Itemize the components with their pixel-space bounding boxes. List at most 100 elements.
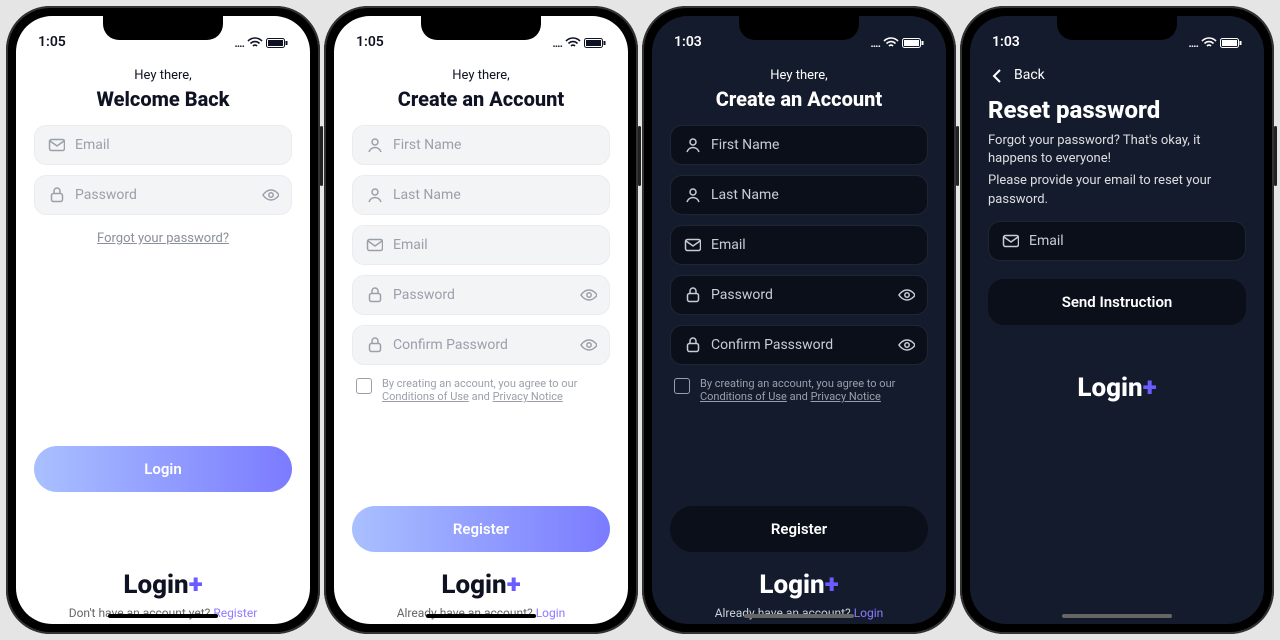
notch xyxy=(1057,16,1177,40)
email-placeholder: Email xyxy=(393,237,597,253)
privacy-link[interactable]: Privacy Notice xyxy=(493,390,563,403)
home-indicator xyxy=(426,614,536,618)
register-link[interactable]: Register xyxy=(213,606,257,620)
email-field[interactable]: Email xyxy=(34,125,292,165)
register-button[interactable]: Register xyxy=(670,506,928,552)
user-icon xyxy=(365,136,383,154)
send-instruction-button[interactable]: Send Instruction xyxy=(988,279,1246,325)
password-field[interactable]: Password xyxy=(352,275,610,315)
notch xyxy=(421,16,541,40)
phone-register-dark: 1:03 .... Hey there, Create an Account F… xyxy=(642,6,956,634)
notch xyxy=(103,16,223,40)
email-placeholder: Email xyxy=(75,137,279,153)
register-button[interactable]: Register xyxy=(352,506,610,552)
login-button[interactable]: Login xyxy=(34,446,292,492)
logo: Login+ xyxy=(670,570,928,600)
lock-icon xyxy=(365,336,383,354)
email-field[interactable]: Email xyxy=(352,225,610,265)
confirm-password-field[interactable]: Confirm Password xyxy=(352,325,610,365)
forgot-password-link[interactable]: Forgot your password? xyxy=(34,231,292,246)
privacy-link[interactable]: Privacy Notice xyxy=(811,390,881,403)
status-time: 1:03 xyxy=(992,34,1020,50)
conditions-link[interactable]: Conditions of Use xyxy=(382,390,469,403)
confirm-password-placeholder: Confirm Password xyxy=(393,337,569,353)
user-icon xyxy=(683,186,701,204)
eye-icon[interactable] xyxy=(897,286,915,304)
page-title: Create an Account xyxy=(670,87,928,111)
conditions-link[interactable]: Conditions of Use xyxy=(700,390,787,403)
terms-checkbox[interactable] xyxy=(674,378,690,394)
phone-login-light: 1:05 .... Hey there, Welcome Back Email … xyxy=(6,6,320,634)
terms-row: By creating an account, you agree to our… xyxy=(356,377,606,403)
battery-icon xyxy=(1220,37,1242,49)
page-title: Create an Account xyxy=(352,87,610,111)
email-field[interactable]: Email xyxy=(670,225,928,265)
last-name-field[interactable]: Last Name xyxy=(352,175,610,215)
lock-icon xyxy=(683,336,701,354)
password-field[interactable]: Password xyxy=(34,175,292,215)
status-time: 1:03 xyxy=(674,34,702,50)
greeting: Hey there, xyxy=(670,68,928,83)
home-indicator xyxy=(108,614,218,618)
password-placeholder: Password xyxy=(75,187,251,203)
wifi-icon xyxy=(247,37,263,49)
instruction-1: Forgot your password? That's okay, it ha… xyxy=(988,132,1246,168)
wifi-icon xyxy=(1201,37,1217,49)
notch xyxy=(739,16,859,40)
password-field[interactable]: Password xyxy=(670,275,928,315)
first-name-placeholder: First Name xyxy=(711,137,915,153)
lock-icon xyxy=(47,186,65,204)
terms-row: By creating an account, you agree to our… xyxy=(674,377,924,403)
email-placeholder: Email xyxy=(711,237,915,253)
login-link[interactable]: Login xyxy=(854,606,884,620)
battery-icon xyxy=(266,37,288,49)
confirm-password-field[interactable]: Confirm Passsword xyxy=(670,325,928,365)
email-placeholder: Email xyxy=(1029,233,1233,249)
status-time: 1:05 xyxy=(38,34,66,50)
terms-checkbox[interactable] xyxy=(356,378,372,394)
login-link[interactable]: Login xyxy=(536,606,566,620)
greeting: Hey there, xyxy=(352,68,610,83)
mail-icon xyxy=(1001,232,1019,250)
logo: Login+ xyxy=(352,570,610,600)
mail-icon xyxy=(47,136,65,154)
status-icons: .... xyxy=(870,36,924,50)
last-name-field[interactable]: Last Name xyxy=(670,175,928,215)
logo: Login+ xyxy=(988,373,1246,403)
eye-icon[interactable] xyxy=(897,336,915,354)
back-label: Back xyxy=(1014,67,1045,83)
last-name-placeholder: Last Name xyxy=(711,187,915,203)
first-name-field[interactable]: First Name xyxy=(670,125,928,165)
eye-icon[interactable] xyxy=(579,286,597,304)
lock-icon xyxy=(365,286,383,304)
home-indicator xyxy=(744,614,854,618)
terms-text: By creating an account, you agree to our… xyxy=(700,377,924,403)
email-field[interactable]: Email xyxy=(988,221,1246,261)
back-button[interactable]: Back xyxy=(988,66,1246,84)
battery-icon xyxy=(584,37,606,49)
battery-icon xyxy=(902,37,924,49)
last-name-placeholder: Last Name xyxy=(393,187,597,203)
terms-text: By creating an account, you agree to our… xyxy=(382,377,606,403)
first-name-placeholder: First Name xyxy=(393,137,597,153)
eye-icon[interactable] xyxy=(261,186,279,204)
status-icons: .... xyxy=(1188,36,1242,50)
greeting: Hey there, xyxy=(34,68,292,83)
eye-icon[interactable] xyxy=(579,336,597,354)
wifi-icon xyxy=(565,37,581,49)
lock-icon xyxy=(683,286,701,304)
confirm-password-placeholder: Confirm Passsword xyxy=(711,337,887,353)
phone-reset-dark: 1:03 .... Back Reset password Forgot you… xyxy=(960,6,1274,634)
logo: Login+ xyxy=(34,570,292,600)
mail-icon xyxy=(683,236,701,254)
user-icon xyxy=(683,136,701,154)
back-arrow-icon xyxy=(988,66,1006,84)
page-title: Reset password xyxy=(988,96,1246,124)
status-icons: .... xyxy=(552,36,606,50)
page-title: Welcome Back xyxy=(34,87,292,111)
phone-register-light: 1:05 .... Hey there, Create an Account F… xyxy=(324,6,638,634)
instruction-2: Please provide your email to reset your … xyxy=(988,172,1246,208)
home-indicator xyxy=(1062,614,1172,618)
mail-icon xyxy=(365,236,383,254)
first-name-field[interactable]: First Name xyxy=(352,125,610,165)
